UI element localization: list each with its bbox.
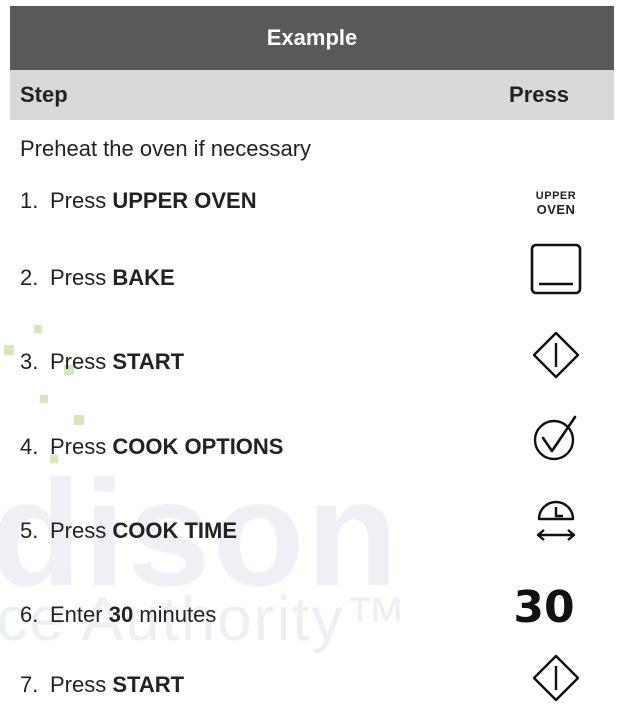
step-text: 7. Press START — [20, 672, 185, 697]
step-text: 5. Press COOK TIME — [20, 518, 238, 543]
upper-oven-key-line1: UPPER — [535, 190, 577, 202]
column-headers: Step Press — [10, 70, 614, 120]
step-number: 7. — [20, 672, 39, 697]
step-key-label: UPPER OVEN — [112, 188, 257, 213]
step-text: 1. Press UPPER OVEN — [20, 188, 257, 214]
step-text: 3. Press START — [20, 349, 185, 374]
step-row: 2. Press BAKE — [10, 243, 614, 297]
cook-options-icon — [528, 410, 584, 466]
header-title: Example — [266, 25, 358, 50]
step-row: 4. Press COOK OPTIONS — [10, 415, 614, 466]
bake-icon — [528, 241, 584, 297]
step-key-label: COOK OPTIONS — [112, 434, 284, 459]
step-number: 3. — [20, 349, 39, 374]
step-key-label: START — [112, 349, 185, 374]
step-key-label: BAKE — [112, 265, 175, 290]
cook-time-icon — [528, 492, 584, 548]
step-row: 6. Enter 30 minutes 30 — [10, 586, 614, 634]
step-row: 1. Press UPPER OVEN UPPER OVEN — [10, 180, 614, 220]
step-row: 3. Press START — [10, 331, 614, 381]
step-text: 6. Enter 30 minutes — [20, 602, 217, 627]
start-icon — [528, 327, 584, 383]
step-verb: Press — [50, 188, 113, 213]
step-number: 6. — [20, 602, 39, 627]
table-header: Example — [10, 6, 614, 70]
intro-text: Preheat the oven if necessary — [20, 136, 312, 161]
number-30: 30 — [508, 580, 580, 636]
step-number: 5. — [20, 518, 39, 543]
step-key-label: START — [112, 672, 185, 697]
step-row: 5. Press COOK TIME — [10, 500, 614, 550]
press-column-header: Press — [509, 82, 569, 107]
step-number: 4. — [20, 434, 39, 459]
intro-row: Preheat the oven if necessary — [10, 128, 614, 168]
number-30-text: 30 — [513, 582, 575, 633]
step-number: 2. — [20, 265, 39, 290]
upper-oven-key-line2: OVEN — [536, 202, 576, 217]
step-text: 2. Press BAKE — [20, 265, 175, 290]
step-key-label: COOK TIME — [112, 518, 238, 543]
step-text: 4. Press COOK OPTIONS — [20, 434, 284, 459]
step-number: 1. — [20, 188, 39, 213]
step-key-label: 30 — [108, 602, 134, 627]
step-row: 7. Press START — [10, 654, 614, 704]
step-column-header: Step — [20, 82, 68, 107]
upper-oven-key: UPPER OVEN — [528, 176, 584, 232]
